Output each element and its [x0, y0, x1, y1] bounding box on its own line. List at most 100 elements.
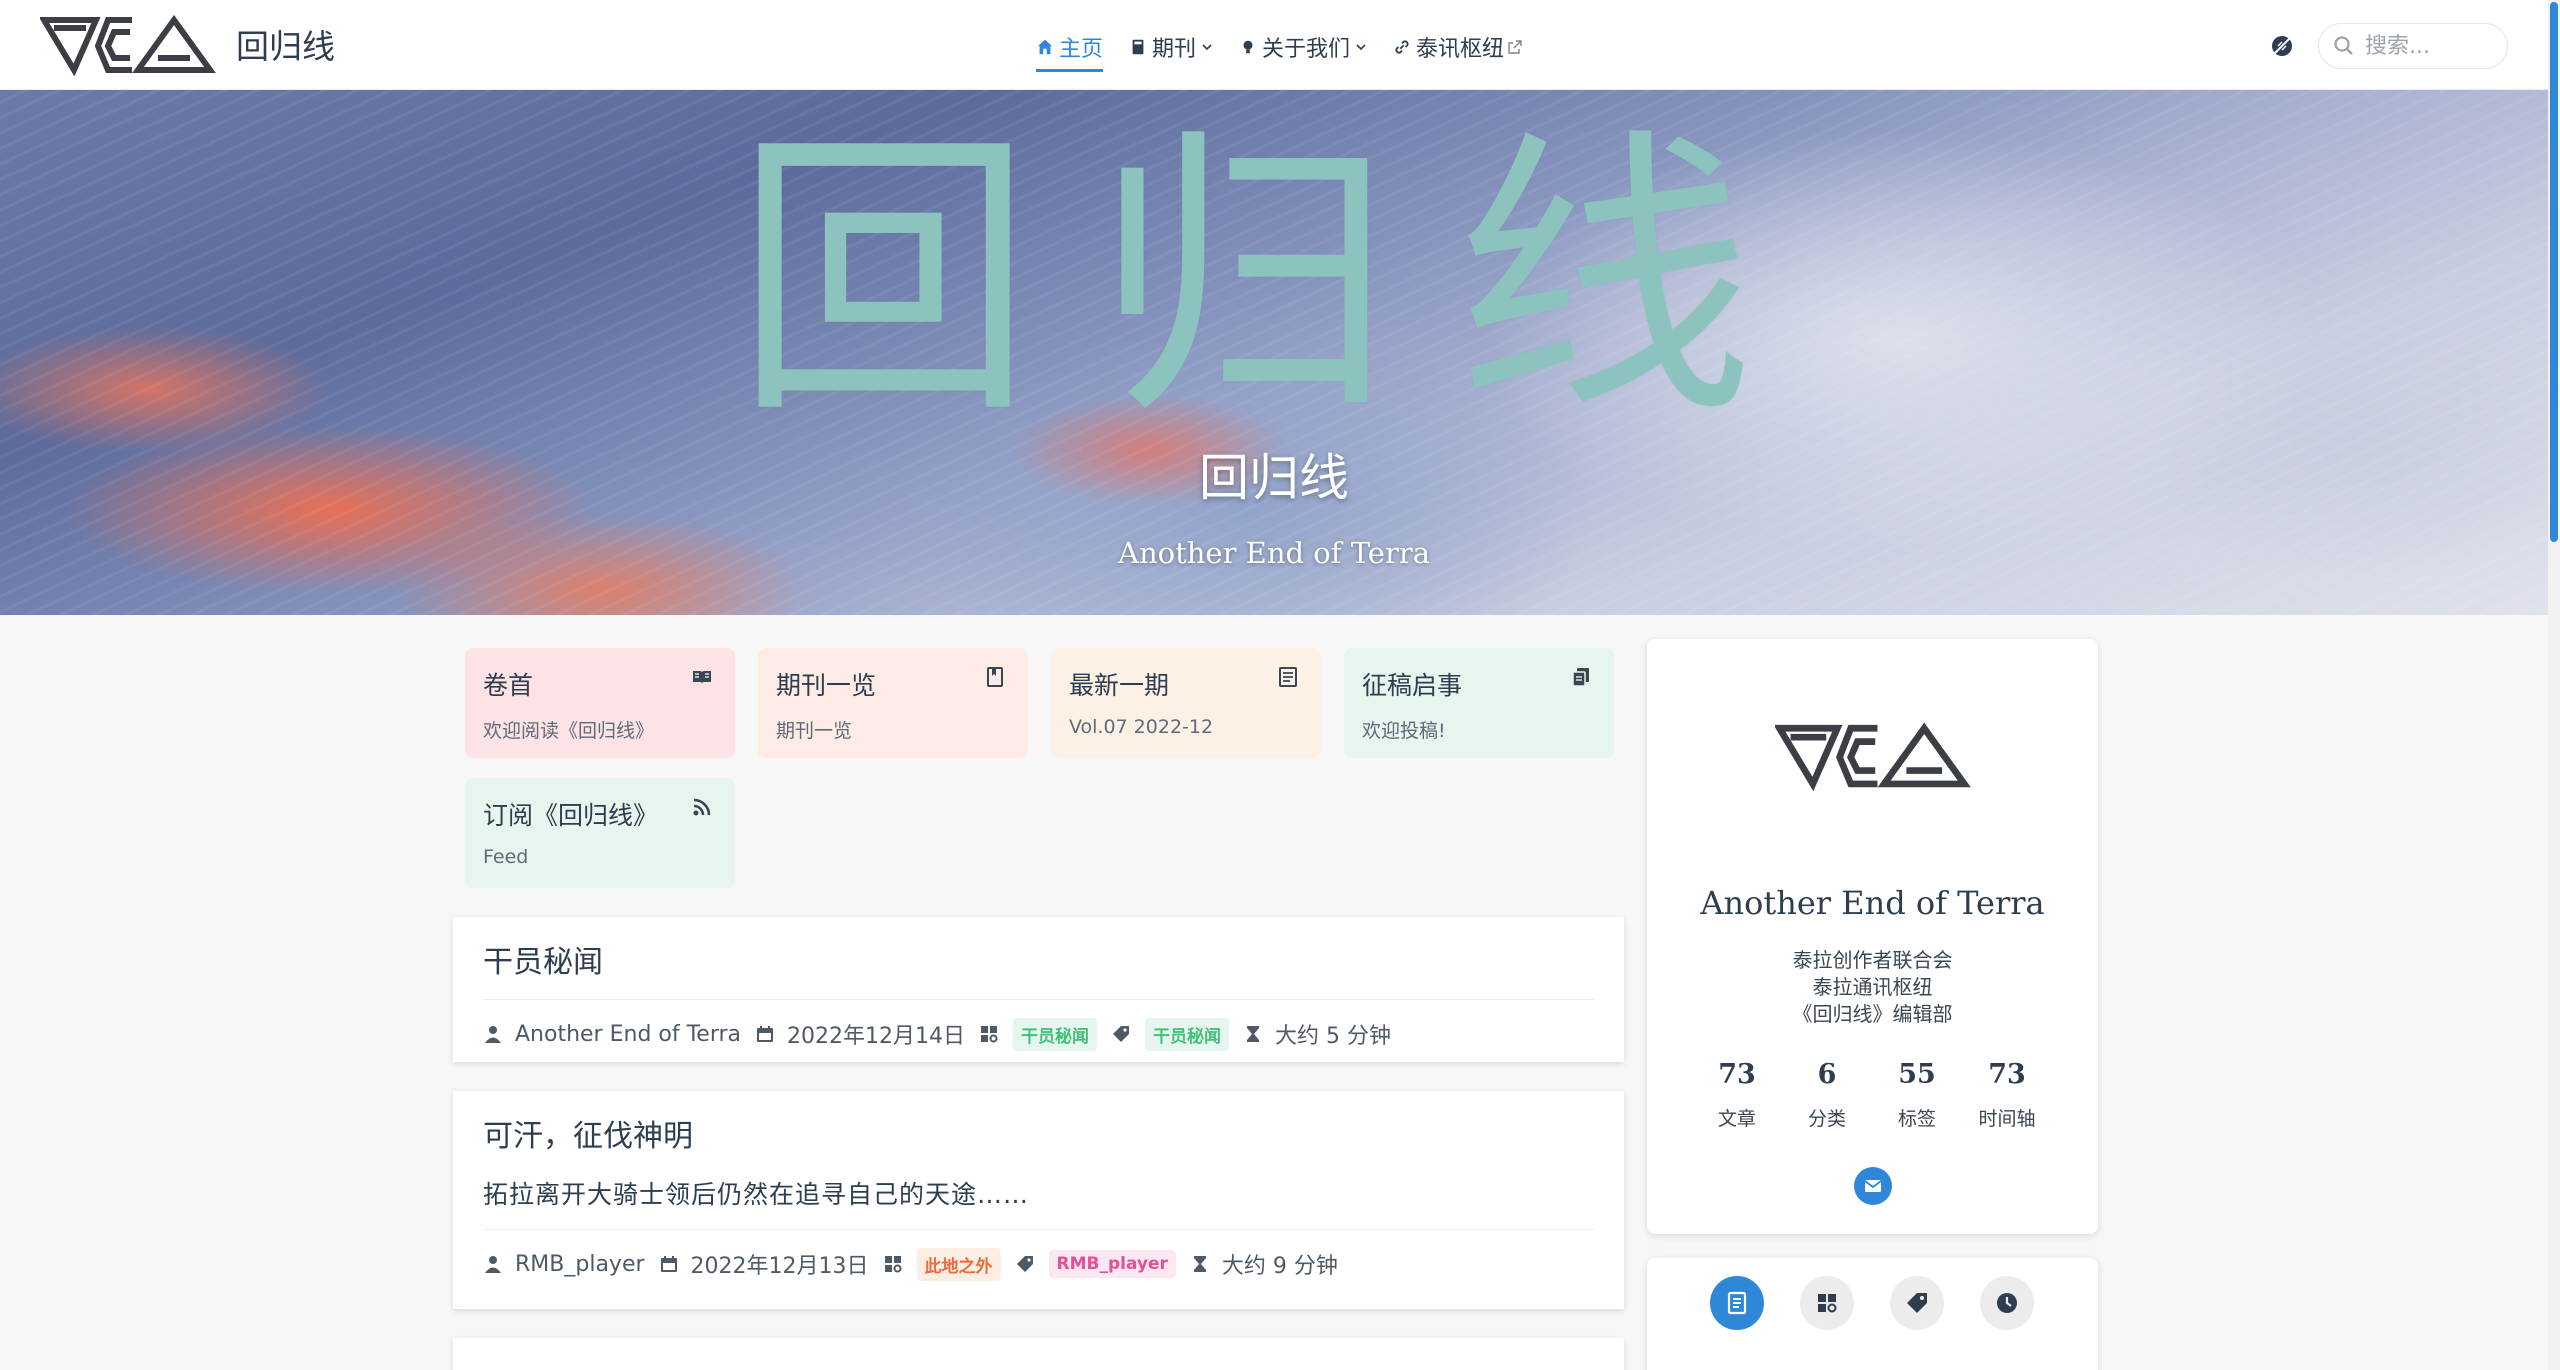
article-item[interactable]: [453, 1338, 1624, 1370]
stat-label: 文章: [1717, 1108, 1756, 1130]
project-desc: Feed: [483, 846, 529, 868]
article-tags: 干员秘闻: [1111, 1017, 1229, 1051]
theme-toggle-icon[interactable]: [2268, 32, 2296, 60]
nav-item-label: 期刊: [1152, 37, 1197, 62]
hourglass-icon: [1193, 1256, 1206, 1272]
nav-item-label: 关于我们: [1262, 37, 1351, 62]
project-card-subscribe[interactable]: 订阅《回归线》 Feed: [465, 778, 735, 888]
article-excerpt: 拓拉离开大骑士领后仍然在追寻自己的天途……: [483, 1180, 1030, 1209]
brand-link[interactable]: 回归线: [40, 12, 335, 76]
article-author: Another End of Terra: [483, 1022, 741, 1047]
page-scrollbar[interactable]: [2548, 0, 2560, 1370]
user-icon: [485, 1026, 501, 1043]
book-icon: [1132, 39, 1144, 55]
nav-item-home[interactable]: 主页: [1036, 26, 1104, 72]
project-desc: Vol.07 2022-12: [1069, 716, 1214, 738]
category-icon: [1818, 1294, 1837, 1313]
article-category: 干员秘闻: [979, 1017, 1097, 1051]
email-button[interactable]: [1854, 1167, 1892, 1205]
external-link-icon: [1508, 40, 1522, 54]
scrollbar-thumb[interactable]: [2550, 2, 2558, 542]
search-input[interactable]: [2365, 33, 2495, 59]
category-badge[interactable]: 干员秘闻: [1013, 1017, 1097, 1051]
nav-item-hub[interactable]: 泰讯枢纽: [1393, 26, 1523, 68]
site-title: 回归线: [236, 27, 335, 66]
switch-category[interactable]: [1800, 1276, 1854, 1330]
article-date: 2022年12月13日: [659, 1248, 869, 1280]
category-icon: [884, 1256, 902, 1273]
article-reading-time: 大约 9 分钟: [1190, 1248, 1338, 1280]
info-switcher-card: [1647, 1258, 2098, 1370]
article-title[interactable]: 可汗，征伐神明: [483, 1091, 1594, 1155]
hero-title: 回归线: [1199, 449, 1349, 507]
stat-value: 55: [1898, 1059, 1936, 1090]
chevron-down-icon: [1202, 44, 1212, 51]
article-author: RMB_player: [483, 1252, 645, 1277]
article-meta: RMB_player 2022年12月13日 此地之外 RMB_player 大…: [483, 1230, 1594, 1298]
blogger-desc-line: 泰拉创作者联合会: [1792, 948, 1953, 972]
tag-icon: [1113, 1026, 1129, 1042]
article-item[interactable]: 干员秘闻 Another End of Terra 2022年12月14日 干员…: [453, 917, 1624, 1062]
bulb-icon: [1243, 40, 1253, 54]
switch-tag[interactable]: [1890, 1276, 1944, 1330]
article-icon: [1279, 667, 1297, 687]
article-meta: Another End of Terra 2022年12月14日 干员秘闻 干员…: [483, 1000, 1594, 1068]
stat-timeline[interactable]: 73 时间轴: [1962, 1059, 2052, 1131]
article-tags: RMB_player: [1015, 1250, 1176, 1278]
tag-badge[interactable]: RMB_player: [1048, 1250, 1176, 1278]
stat-tags[interactable]: 55 标签: [1872, 1059, 1962, 1131]
nav-item-about[interactable]: 关于我们: [1239, 26, 1367, 68]
hero-subtitle: Another End of Terra: [1118, 536, 1430, 570]
article-title[interactable]: 干员秘闻: [483, 917, 1594, 981]
nav-item-label: 泰讯枢纽: [1416, 37, 1505, 62]
search-box[interactable]: [2318, 23, 2508, 69]
blogger-desc-line: 《回归线》编辑部: [1792, 1002, 1953, 1026]
project-desc: 期刊一览: [776, 720, 853, 742]
chevron-down-icon: [1356, 44, 1366, 51]
article-item[interactable]: 可汗，征伐神明 拓拉离开大骑士领后仍然在追寻自己的天途…… RMB_player…: [453, 1091, 1624, 1309]
link-icon: [1395, 40, 1409, 54]
switch-timeline[interactable]: [1980, 1276, 2034, 1330]
tag-badge[interactable]: 干员秘闻: [1145, 1017, 1229, 1051]
tag-icon: [1016, 1256, 1033, 1272]
user-icon: [485, 1256, 501, 1273]
mail-icon: [1864, 1180, 1882, 1192]
hourglass-icon: [1247, 1026, 1259, 1042]
project-name: 订阅《回归线》: [483, 801, 659, 830]
switch-article-list[interactable]: [1710, 1276, 1764, 1330]
project-name: 最新一期: [1069, 671, 1170, 700]
blogger-desc-line: 泰拉通讯枢纽: [1812, 975, 1933, 999]
article-date-text: 2022年12月14日: [787, 1024, 965, 1049]
article-author-name: RMB_player: [515, 1251, 645, 1277]
bookmark-book-icon: [987, 667, 1003, 687]
project-name: 卷首: [483, 671, 534, 700]
nav-links: 主页 期刊 关于我们 泰讯枢纽: [1036, 26, 1549, 72]
blogger-card: Another End of Terra 泰拉创作者联合会 泰拉通讯枢纽 《回归…: [1647, 639, 2098, 1234]
project-card-submission[interactable]: 征稿启事 欢迎投稿!: [1344, 648, 1614, 758]
blogger-avatar-logo-icon: [1775, 722, 1971, 791]
stat-label: 分类: [1807, 1108, 1846, 1130]
nav-item-label: 主页: [1059, 37, 1104, 62]
category-badge[interactable]: 此地之外: [916, 1247, 1001, 1281]
blogger-description: 泰拉创作者联合会 泰拉通讯枢纽 《回归线》编辑部: [1647, 947, 2098, 1028]
hero-banner: 回归线 回归线 Another End of Terra: [0, 90, 2548, 615]
stat-categories[interactable]: 6 分类: [1782, 1059, 1872, 1131]
search-icon: [2334, 36, 2353, 55]
home-icon: [1037, 39, 1053, 55]
calendar-icon: [660, 1256, 677, 1272]
reading-time-text: 大约 5 分钟: [1275, 1024, 1391, 1049]
rss-icon: [693, 798, 711, 816]
project-name: 征稿启事: [1362, 671, 1463, 700]
stat-value: 73: [1718, 1059, 1756, 1090]
hero-logo-text: 回归线: [734, 105, 1814, 454]
blogger-stats: 73 文章 6 分类 55 标签 73 时间轴: [1692, 1059, 2052, 1131]
stat-label: 时间轴: [1978, 1108, 2036, 1130]
category-icon: [981, 1026, 998, 1043]
article-category: 此地之外: [883, 1247, 1001, 1281]
project-name: 期刊一览: [776, 671, 877, 700]
project-card-preface[interactable]: 卷首 欢迎阅读《回归线》: [465, 648, 735, 758]
nav-item-journal[interactable]: 期刊: [1129, 26, 1213, 68]
project-card-journal-list[interactable]: 期刊一览 期刊一览: [758, 648, 1028, 758]
stat-articles[interactable]: 73 文章: [1692, 1059, 1782, 1131]
project-card-latest[interactable]: 最新一期 Vol.07 2022-12: [1051, 648, 1321, 758]
